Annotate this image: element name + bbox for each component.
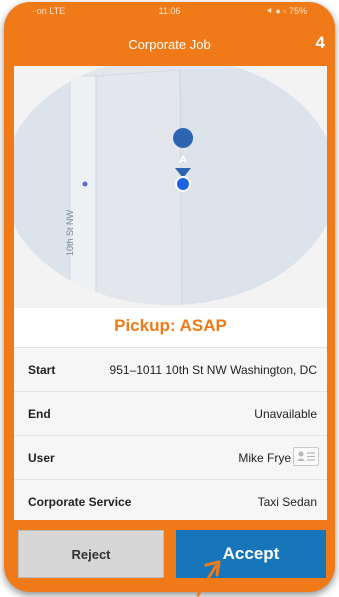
contact-card-icon[interactable] [293,447,319,466]
action-bar: Reject Accept [4,520,335,592]
street-10th-st-nw [69,75,97,305]
pickup-time-title: Pickup: ASAP [114,316,227,335]
pickup-map[interactable]: 10th St NW A [14,66,327,308]
map-canvas [14,66,327,305]
detail-row-user: User Mike Frye [14,436,327,480]
navigation-bar: Corporate Job 4 [4,24,335,66]
service-label: Corporate Service [28,495,132,509]
street-label: 10th St NW [65,209,75,256]
contact-card-glyph [297,451,315,461]
end-address: Unavailable [254,407,317,421]
start-label: Start [28,363,56,377]
status-bar: ∙ᐧon LTE 11:06 ⯇ ● ▫ 75% [4,2,335,24]
user-name: Mike Frye [238,451,291,465]
detail-row-end: End Unavailable [14,392,327,436]
user-label: User [28,451,55,465]
current-location-dot [82,181,88,187]
page-title: Corporate Job [128,37,211,52]
reject-button[interactable]: Reject [18,530,164,578]
battery-status: ⯇ ● ▫ 75% [265,6,307,16]
map-block-right [179,66,327,305]
phone-screen: ∙ᐧon LTE 11:06 ⯇ ● ▫ 75% Corporate Job 4 [4,2,335,592]
end-label: End [28,407,51,421]
detail-row-service: Corporate Service Taxi Sedan [14,480,327,520]
detail-row-start: Start 951–1011 10th St NW Washington, DC [14,348,327,392]
job-count-badge[interactable]: 4 [316,33,325,53]
start-address: 951–1011 10th St NW Washington, DC [109,363,317,377]
pointer-arrow-icon [196,560,221,597]
pin-letter: A [179,154,187,166]
pickup-pin-icon[interactable] [173,128,194,148]
pickup-location-dot [175,176,191,192]
job-details-panel: 10th St NW A Pickup: ASAP Start 951–1011… [14,66,327,520]
details-list: Start 951–1011 10th St NW Washington, DC… [14,347,327,520]
service-type: Taxi Sedan [257,495,317,509]
